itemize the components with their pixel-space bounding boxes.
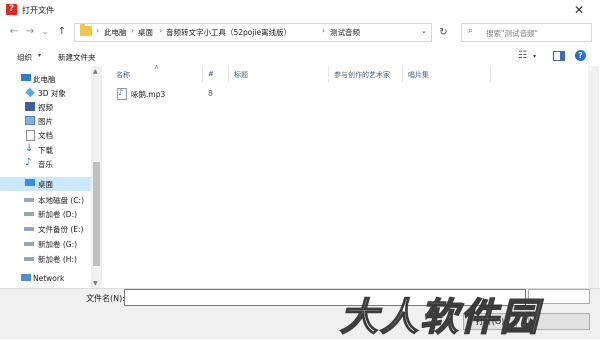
sort-ascending-icon: ∧ — [154, 63, 160, 71]
drive-icon — [24, 227, 34, 231]
column-divider[interactable] — [202, 66, 203, 82]
breadcrumb-separator: › — [159, 26, 163, 35]
nav-item-network[interactable]: Network — [0, 272, 91, 286]
nav-item-label: 图片 — [38, 117, 53, 126]
column-header-title[interactable]: 标题 — [234, 70, 248, 80]
nav-item-label: 本地磁盘 (C:) — [38, 196, 84, 205]
drive-icon — [24, 198, 34, 202]
chevron-down-icon: ▾ — [38, 52, 42, 59]
folder-icon — [80, 24, 92, 36]
file-list-scrollbar[interactable] — [588, 66, 599, 288]
nav-item-label: 新加卷 (G:) — [38, 240, 78, 249]
nav-item-drive-c[interactable]: 本地磁盘 (C:) — [0, 193, 91, 207]
desktop-icon — [25, 179, 35, 186]
music-icon: ♪ — [25, 157, 32, 168]
column-header-name[interactable]: 名称 — [116, 70, 130, 80]
file-row[interactable] — [112, 86, 232, 100]
chevron-down-icon[interactable]: ▾ — [533, 53, 536, 60]
nav-item-label: 视频 — [38, 103, 53, 112]
view-options-icon[interactable]: ☷ — [518, 50, 527, 61]
up-button[interactable]: ↑ — [55, 25, 69, 39]
picture-icon — [25, 116, 35, 125]
video-icon — [25, 102, 35, 111]
watermark: 大人软件园 — [339, 294, 541, 340]
forward-button[interactable]: → — [23, 25, 37, 39]
column-header-number[interactable]: # — [208, 70, 214, 78]
scroll-up-icon[interactable]: ▲ — [93, 68, 98, 75]
nav-item-drive-d[interactable]: 新加卷 (D:) — [0, 207, 91, 221]
filename-label: 文件名(N): — [86, 294, 125, 303]
nav-item-label: 音乐 — [38, 160, 53, 169]
nav-item-label: 新加卷 (H:) — [38, 255, 77, 264]
nav-item-drive-g[interactable]: 新加卷 (G:) — [0, 237, 91, 251]
window-title: 打开文件 — [22, 6, 54, 15]
column-divider[interactable] — [490, 66, 491, 82]
column-divider[interactable] — [328, 66, 329, 82]
close-button[interactable]: ✕ — [566, 2, 592, 18]
nav-item-label: 桌面 — [38, 180, 53, 189]
drive-icon — [24, 242, 34, 246]
breadcrumb-desktop[interactable]: 桌面 — [138, 27, 153, 38]
document-icon — [26, 130, 35, 141]
breadcrumb-this-pc[interactable]: 此电脑 — [104, 27, 127, 38]
nav-item-3d-objects[interactable]: 3D 对象 — [0, 86, 91, 100]
nav-item-drive-h[interactable]: 新加卷 (H:) — [0, 252, 91, 266]
cube-icon — [25, 87, 35, 98]
search-placeholder[interactable]: 搜索"测试音频" — [486, 28, 538, 39]
organize-menu[interactable]: 组织 — [17, 52, 32, 63]
nav-item-label: 下载 — [38, 146, 53, 155]
network-icon — [21, 274, 31, 281]
back-button[interactable]: ← — [7, 25, 21, 39]
search-icon: ⌕ — [468, 26, 474, 36]
nav-item-label: 文件备份 (E:) — [38, 225, 84, 234]
file-track-number: 8 — [208, 89, 213, 98]
nav-item-videos[interactable]: 视频 — [0, 100, 91, 114]
app-icon: ? — [6, 4, 17, 15]
drive-icon — [24, 212, 34, 216]
breadcrumb-separator: › — [322, 26, 326, 35]
breadcrumb-tool-folder[interactable]: 音频转文字小工具（52pojie离线版） — [166, 27, 291, 38]
nav-item-pictures[interactable]: 图片 — [0, 114, 91, 128]
refresh-button[interactable]: ↻ — [434, 23, 453, 42]
column-header-album[interactable]: 唱片集 — [408, 70, 429, 80]
audio-file-icon — [117, 88, 127, 100]
breadcrumb-separator: › — [96, 26, 100, 35]
nav-item-documents[interactable]: 文档 — [0, 128, 91, 142]
nav-item-downloads[interactable]: ↓ 下载 — [0, 143, 91, 157]
nav-scrollbar-thumb[interactable] — [93, 162, 100, 266]
address-dropdown-button[interactable]: ⌄ — [421, 27, 427, 35]
nav-item-label: 此电脑 — [33, 75, 56, 84]
scroll-down-icon[interactable]: ▼ — [93, 280, 98, 287]
help-icon[interactable]: ? — [575, 50, 586, 61]
nav-item-label: 文档 — [38, 131, 53, 140]
title-bar — [0, 0, 600, 20]
computer-icon — [21, 74, 31, 81]
nav-item-label: Network — [33, 274, 65, 283]
recent-locations-button[interactable]: ⌄ — [38, 25, 52, 39]
drive-icon — [24, 257, 34, 261]
new-folder-button[interactable]: 新建文件夹 — [58, 52, 96, 63]
nav-item-drive-e[interactable]: 文件备份 (E:) — [0, 222, 91, 236]
nav-item-this-pc[interactable]: 此电脑 — [0, 72, 91, 86]
nav-item-label: 新加卷 (D:) — [38, 210, 78, 219]
preview-pane-icon[interactable] — [553, 51, 565, 61]
column-header-artists[interactable]: 参与创作的艺术家 — [334, 70, 390, 80]
column-divider[interactable] — [402, 66, 403, 82]
breadcrumb-separator: › — [131, 26, 135, 35]
nav-item-label: 3D 对象 — [38, 89, 66, 98]
column-divider[interactable] — [228, 66, 229, 82]
download-icon: ↓ — [25, 143, 34, 154]
file-name[interactable]: 咏鹅.mp3 — [131, 89, 165, 100]
breadcrumb-test-audio[interactable]: 测试音频 — [330, 27, 360, 38]
nav-item-desktop[interactable]: 桌面 — [0, 177, 91, 191]
nav-item-music[interactable]: ♪ 音乐 — [0, 157, 91, 171]
